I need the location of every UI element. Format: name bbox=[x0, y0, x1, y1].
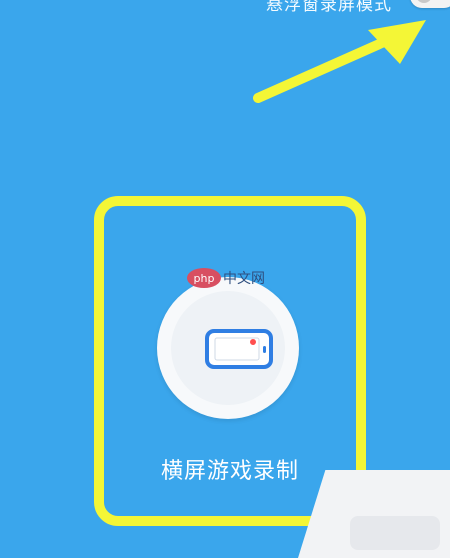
landscape-phone-icon bbox=[205, 329, 273, 369]
toggle-knob bbox=[416, 0, 432, 3]
card-title: 横屏游戏录制 bbox=[160, 459, 299, 484]
arrow-icon bbox=[253, 20, 426, 103]
watermark-logo: php 中文网 bbox=[187, 268, 265, 288]
record-button-inner bbox=[171, 291, 285, 405]
record-button[interactable] bbox=[157, 277, 299, 419]
mode-toggle[interactable] bbox=[410, 0, 450, 8]
svg-text:中文网: 中文网 bbox=[223, 271, 265, 287]
svg-text:php: php bbox=[194, 272, 215, 285]
